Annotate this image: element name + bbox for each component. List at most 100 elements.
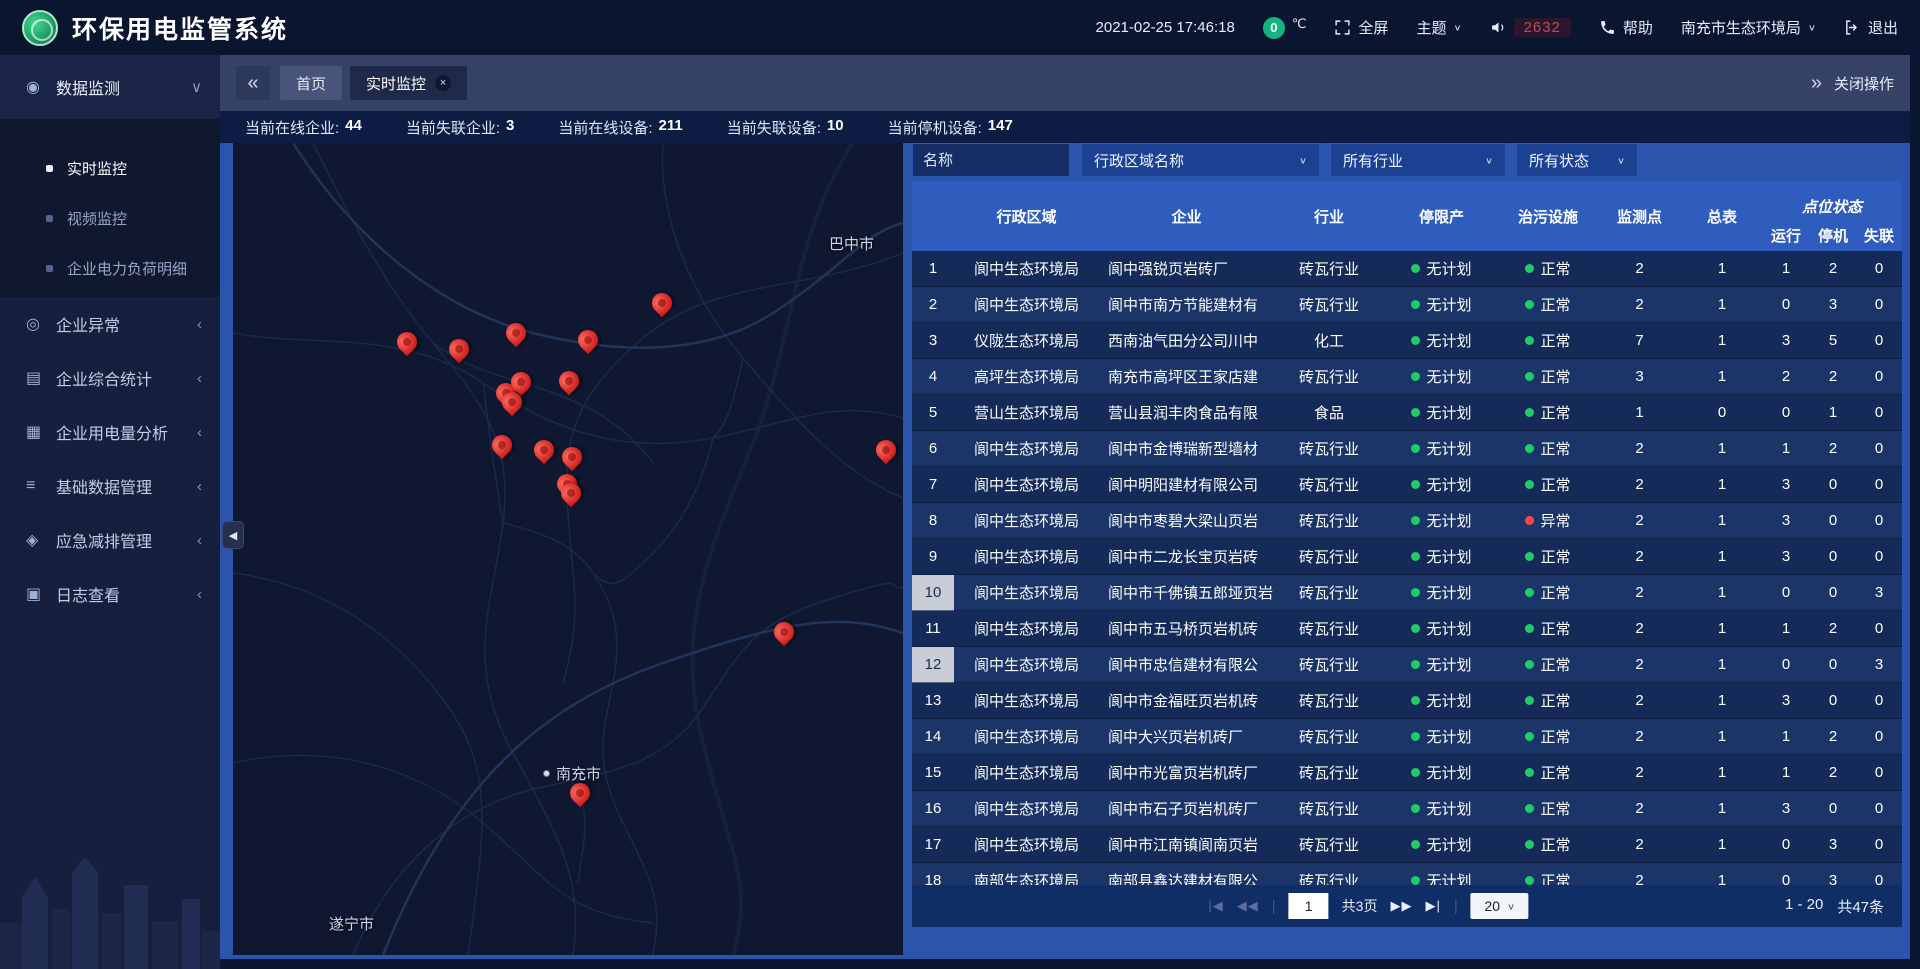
industry-filter-select[interactable]: 所有行业 ∨ bbox=[1330, 143, 1506, 177]
table-row[interactable]: 1阆中生态环境局阆中强锐页岩砖厂砖瓦行业无计划正常21120 bbox=[912, 251, 1902, 287]
announcement-button[interactable]: 2632 bbox=[1490, 18, 1571, 37]
facility-status-cell: 正常 bbox=[1499, 359, 1597, 395]
tabs-scroll-right-button[interactable]: » bbox=[1811, 72, 1822, 95]
table-row[interactable]: 15阆中生态环境局阆中市光富页岩机砖厂砖瓦行业无计划正常21120 bbox=[912, 755, 1902, 791]
tab-home[interactable]: 首页 bbox=[280, 66, 342, 100]
facility-status-cell: 正常 bbox=[1499, 575, 1597, 611]
table-row[interactable]: 2阆中生态环境局阆中市南方节能建材有砖瓦行业无计划正常21030 bbox=[912, 287, 1902, 323]
table-row[interactable]: 17阆中生态环境局阆中市江南镇阆南页岩砖瓦行业无计划正常21030 bbox=[912, 827, 1902, 863]
logout-button[interactable]: 退出 bbox=[1844, 17, 1898, 38]
running-cell: 3 bbox=[1762, 467, 1810, 503]
row-index-cell: 6 bbox=[912, 431, 954, 467]
status-ok-dot-icon bbox=[1525, 660, 1534, 669]
sidebar-group-base-data[interactable]: ≡ 基础数据管理 ‹ bbox=[0, 459, 220, 513]
running-cell: 3 bbox=[1762, 683, 1810, 719]
offline-cell: 0 bbox=[1856, 467, 1902, 503]
offline-cell: 0 bbox=[1856, 395, 1902, 431]
status-ok-dot-icon bbox=[1411, 408, 1420, 417]
map-collapse-handle[interactable]: ◀ bbox=[222, 521, 244, 549]
sidebar-group-data-monitoring[interactable]: ◉ 数据监测 ∨ bbox=[0, 55, 220, 119]
table-row[interactable]: 10阆中生态环境局阆中市千佛镇五郎垭页岩砖瓦行业无计划正常21003 bbox=[912, 575, 1902, 611]
limit-status-cell: 无计划 bbox=[1384, 359, 1499, 395]
name-filter-input[interactable] bbox=[912, 143, 1070, 177]
help-button[interactable]: 帮助 bbox=[1599, 17, 1653, 38]
tabs-scroll-left-button[interactable]: « bbox=[236, 66, 270, 100]
sidebar-item-power-load-detail[interactable]: 企业电力负荷明细 bbox=[0, 243, 220, 293]
stopped-cell: 3 bbox=[1810, 287, 1856, 323]
region-cell: 阆中生态环境局 bbox=[954, 611, 1099, 647]
page-size-select[interactable]: 20 ∨ bbox=[1471, 893, 1529, 919]
points-cell: 2 bbox=[1597, 863, 1682, 885]
close-tab-icon[interactable]: × bbox=[435, 75, 451, 91]
table-row[interactable]: 5营山生态环境局营山县润丰肉食品有限食品无计划正常10010 bbox=[912, 395, 1902, 431]
stat-stopped-devices: 当前停机设备:147 bbox=[888, 117, 1013, 138]
row-index-cell: 4 bbox=[912, 359, 954, 395]
map-roads bbox=[233, 143, 903, 955]
sidebar-group-emergency-reduction[interactable]: ◈ 应急减排管理 ‹ bbox=[0, 513, 220, 567]
sidebar-group-enterprise-anomaly[interactable]: ◎ 企业异常 ‹ bbox=[0, 297, 220, 351]
chart-icon: ▦ bbox=[26, 422, 56, 442]
points-cell: 2 bbox=[1597, 287, 1682, 323]
tab-bar: « 首页 实时监控 × » 关闭操作 bbox=[220, 55, 1910, 111]
fullscreen-button[interactable]: 全屏 bbox=[1334, 17, 1388, 38]
meters-cell: 1 bbox=[1682, 683, 1762, 719]
offline-cell: 0 bbox=[1856, 611, 1902, 647]
company-cell: 阆中市金福旺页岩机砖 bbox=[1099, 683, 1274, 719]
right-panel: 行政区域名称 ∨ 所有行业 ∨ 所有状态 ∨ 行政区域 企业 行业 bbox=[912, 143, 1902, 927]
status-ok-dot-icon bbox=[1525, 444, 1534, 453]
row-index-cell: 12 bbox=[912, 647, 954, 683]
theme-dropdown[interactable]: 主题 ∨ bbox=[1416, 17, 1461, 38]
company-cell: 阆中市二龙长宝页岩砖 bbox=[1099, 539, 1274, 575]
org-dropdown[interactable]: 南充市生态环境局 ∨ bbox=[1681, 17, 1816, 38]
stopped-cell: 0 bbox=[1810, 467, 1856, 503]
meters-cell: 1 bbox=[1682, 827, 1762, 863]
facility-status-cell: 正常 bbox=[1499, 683, 1597, 719]
stopped-cell: 2 bbox=[1810, 755, 1856, 791]
status-filter-select[interactable]: 所有状态 ∨ bbox=[1516, 143, 1638, 177]
facility-status-cell: 正常 bbox=[1499, 647, 1597, 683]
tab-realtime-monitoring[interactable]: 实时监控 × bbox=[350, 66, 467, 100]
industry-cell: 砖瓦行业 bbox=[1274, 827, 1384, 863]
next-page-button[interactable]: ▶▶ bbox=[1390, 898, 1412, 914]
table-row[interactable]: 8阆中生态环境局阆中市枣碧大梁山页岩砖瓦行业无计划异常21300 bbox=[912, 503, 1902, 539]
region-filter-select[interactable]: 行政区域名称 ∨ bbox=[1081, 143, 1320, 177]
facility-status-cell: 正常 bbox=[1499, 287, 1597, 323]
table-row[interactable]: 9阆中生态环境局阆中市二龙长宝页岩砖砖瓦行业无计划正常21300 bbox=[912, 539, 1902, 575]
table-row[interactable]: 7阆中生态环境局阆中明阳建材有限公司砖瓦行业无计划正常21300 bbox=[912, 467, 1902, 503]
prev-page-button[interactable]: ◀◀ bbox=[1237, 898, 1259, 914]
col-header-limit: 停限产 bbox=[1384, 181, 1499, 251]
last-page-button[interactable]: ▶| bbox=[1425, 898, 1440, 914]
map-canvas[interactable]: 巴中市 南充市 遂宁市 bbox=[233, 143, 903, 955]
sidebar-group-enterprise-statistics[interactable]: ▤ 企业综合统计 ‹ bbox=[0, 351, 220, 405]
table-row[interactable]: 16阆中生态环境局阆中市石子页岩机砖厂砖瓦行业无计划正常21300 bbox=[912, 791, 1902, 827]
first-page-button[interactable]: |◀ bbox=[1208, 898, 1223, 914]
table-row[interactable]: 4高坪生态环境局南充市高坪区王家店建砖瓦行业无计划正常31220 bbox=[912, 359, 1902, 395]
facility-status-cell: 正常 bbox=[1499, 251, 1597, 287]
bullet-icon bbox=[46, 215, 53, 222]
offline-cell: 3 bbox=[1856, 647, 1902, 683]
table-row[interactable]: 13阆中生态环境局阆中市金福旺页岩机砖砖瓦行业无计划正常21300 bbox=[912, 683, 1902, 719]
city-dot-icon bbox=[543, 770, 550, 777]
running-cell: 0 bbox=[1762, 395, 1810, 431]
table-row[interactable]: 18南部生态环境局南部县鑫达建材有限公砖瓦行业无计划正常21030 bbox=[912, 863, 1902, 885]
table-row[interactable]: 3仪陇生态环境局西南油气田分公司川中化工无计划正常71350 bbox=[912, 323, 1902, 359]
speaker-icon bbox=[1490, 19, 1507, 36]
status-ok-dot-icon bbox=[1525, 372, 1534, 381]
sidebar-group-log-view[interactable]: ▣ 日志查看 ‹ bbox=[0, 567, 220, 621]
table-row[interactable]: 11阆中生态环境局阆中市五马桥页岩机砖砖瓦行业无计划正常21120 bbox=[912, 611, 1902, 647]
close-operations-button[interactable]: 关闭操作 bbox=[1834, 73, 1894, 94]
sidebar-item-realtime-monitoring[interactable]: 实时监控 bbox=[0, 143, 220, 193]
sidebar-group-power-analysis[interactable]: ▦ 企业用电量分析 ‹ bbox=[0, 405, 220, 459]
sidebar-item-video-monitoring[interactable]: 视频监控 bbox=[0, 193, 220, 243]
city-label-suining: 遂宁市 bbox=[329, 913, 374, 934]
stats-bar: 当前在线企业:44 当前失联企业:3 当前在线设备:211 当前失联设备:10 … bbox=[220, 111, 1910, 143]
industry-cell: 砖瓦行业 bbox=[1274, 719, 1384, 755]
offline-cell: 0 bbox=[1856, 863, 1902, 885]
table-row[interactable]: 6阆中生态环境局阆中市金博瑞新型墙材砖瓦行业无计划正常21120 bbox=[912, 431, 1902, 467]
table-row[interactable]: 12阆中生态环境局阆中市忠信建材有限公砖瓦行业无计划正常21003 bbox=[912, 647, 1902, 683]
industry-cell: 砖瓦行业 bbox=[1274, 431, 1384, 467]
table-row[interactable]: 14阆中生态环境局阆中大兴页岩机砖厂砖瓦行业无计划正常21120 bbox=[912, 719, 1902, 755]
row-index-cell: 1 bbox=[912, 251, 954, 287]
page-number-input[interactable] bbox=[1289, 893, 1329, 919]
emergency-icon: ◈ bbox=[26, 530, 56, 550]
